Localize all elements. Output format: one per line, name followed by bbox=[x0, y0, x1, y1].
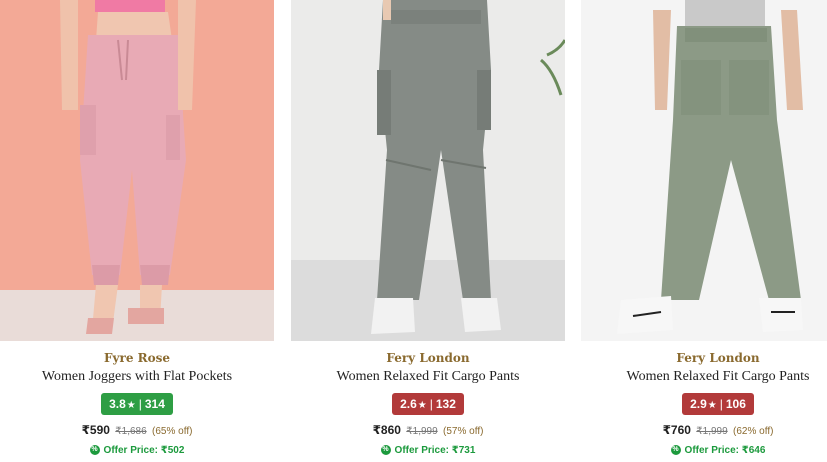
product-title[interactable]: Women Joggers with Flat Pockets bbox=[0, 369, 274, 385]
rating-value: 3.8 bbox=[109, 397, 126, 411]
rating-value: 2.6 bbox=[400, 397, 417, 411]
product-card[interactable]: Fyre Rose Women Joggers with Flat Pocket… bbox=[0, 0, 274, 462]
rating-value: 2.9 bbox=[690, 397, 707, 411]
offer-price-text: Offer Price: ₹502 bbox=[103, 445, 185, 456]
star-icon: ★ bbox=[417, 400, 427, 411]
price-row: ₹590 ₹1,686 (65% off) bbox=[0, 423, 274, 437]
rating-count: 106 bbox=[725, 397, 746, 411]
offer-price-text: Offer Price: ₹731 bbox=[394, 445, 476, 456]
original-price: ₹1,686 bbox=[115, 426, 147, 437]
offer-price: % Offer Price: ₹646 bbox=[581, 445, 827, 456]
product-info: Fery London Women Relaxed Fit Cargo Pant… bbox=[291, 341, 565, 456]
star-icon: ★ bbox=[126, 400, 136, 411]
discount-label: (57% off) bbox=[443, 426, 484, 437]
product-image[interactable] bbox=[0, 0, 274, 341]
rating-count: 314 bbox=[144, 397, 165, 411]
product-photo-pink-joggers bbox=[0, 0, 274, 341]
selling-price: ₹860 bbox=[372, 423, 401, 437]
offer-price: % Offer Price: ₹731 bbox=[291, 445, 565, 456]
selling-price: ₹590 bbox=[81, 423, 110, 437]
product-photo-grey-cargo-pants bbox=[291, 0, 565, 341]
price-row: ₹860 ₹1,999 (57% off) bbox=[291, 423, 565, 437]
product-info: Fyre Rose Women Joggers with Flat Pocket… bbox=[0, 341, 274, 456]
product-image[interactable] bbox=[291, 0, 565, 341]
original-price: ₹1,999 bbox=[696, 426, 728, 437]
percent-badge-icon: % bbox=[89, 445, 100, 456]
product-brand: Fyre Rose bbox=[104, 351, 170, 365]
product-image[interactable] bbox=[581, 0, 827, 341]
discount-label: (65% off) bbox=[152, 426, 193, 437]
selling-price: ₹760 bbox=[662, 423, 691, 437]
rating-separator: | bbox=[719, 397, 723, 411]
percent-badge-icon: % bbox=[380, 445, 391, 456]
rating-separator: | bbox=[138, 397, 142, 411]
percent-badge-icon: % bbox=[670, 445, 681, 456]
product-card[interactable]: Fery London Women Relaxed Fit Cargo Pant… bbox=[291, 0, 565, 462]
original-price: ₹1,999 bbox=[406, 426, 438, 437]
product-info: Fery London Women Relaxed Fit Cargo Pant… bbox=[581, 341, 827, 456]
product-photo-sage-cargo-pants bbox=[581, 0, 827, 341]
star-icon: ★ bbox=[707, 400, 717, 411]
offer-price: % Offer Price: ₹502 bbox=[0, 445, 274, 456]
rating-badge: 3.8★ | 314 bbox=[101, 393, 173, 415]
product-card[interactable]: Fery London Women Relaxed Fit Cargo Pant… bbox=[581, 0, 827, 462]
rating-badge: 2.9★ | 106 bbox=[682, 393, 754, 415]
offer-price-text: Offer Price: ₹646 bbox=[684, 445, 766, 456]
product-title[interactable]: Women Relaxed Fit Cargo Pants bbox=[581, 369, 827, 385]
rating-separator: | bbox=[429, 397, 433, 411]
product-grid: Fyre Rose Women Joggers with Flat Pocket… bbox=[0, 0, 827, 462]
product-brand: Fery London bbox=[386, 351, 470, 365]
product-title[interactable]: Women Relaxed Fit Cargo Pants bbox=[291, 369, 565, 385]
product-brand: Fery London bbox=[676, 351, 760, 365]
rating-badge: 2.6★ | 132 bbox=[392, 393, 464, 415]
price-row: ₹760 ₹1,999 (62% off) bbox=[581, 423, 827, 437]
discount-label: (62% off) bbox=[733, 426, 774, 437]
rating-count: 132 bbox=[435, 397, 456, 411]
